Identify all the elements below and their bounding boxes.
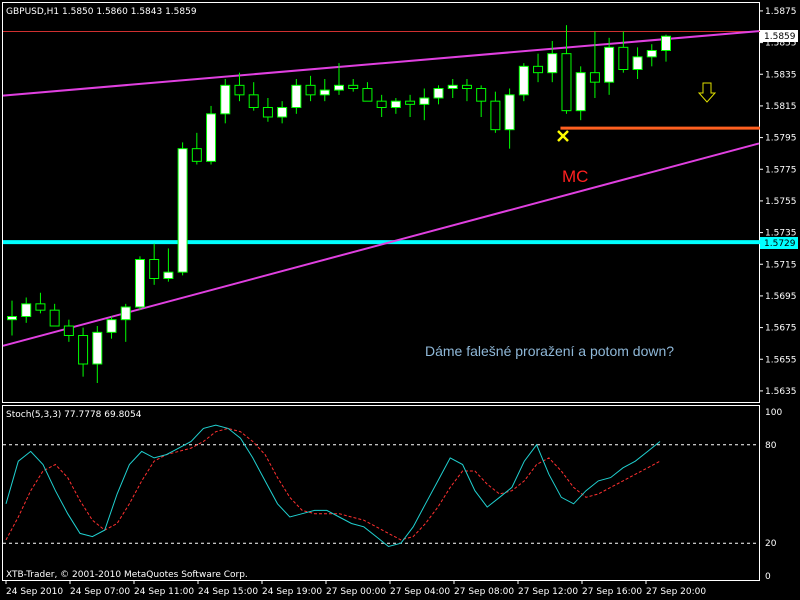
candle-body [646, 50, 657, 58]
price-tick-label: 1.5715 [765, 260, 797, 270]
support-price-tag: 1.5729 [760, 237, 798, 249]
candle-body [92, 331, 103, 365]
candle-body [604, 46, 615, 83]
time-tick-label: 24 Sep 2010 [6, 587, 63, 597]
candle-body [447, 84, 458, 90]
time-tick-label: 24 Sep 19:00 [262, 587, 322, 597]
stoch-header: Stoch(5,3,3) 77.7778 69.8054 [6, 410, 142, 420]
candle-body [518, 65, 529, 96]
price-tick-label: 1.5835 [765, 70, 797, 80]
stoch-tick-label: 80 [765, 441, 777, 451]
candle-body [376, 100, 387, 108]
candle-body [262, 107, 273, 118]
candle-body [277, 107, 288, 118]
candle-body [461, 84, 472, 90]
candle-body [334, 84, 344, 91]
chart-canvas: 10080200 1.58751.58551.58351.58151.57951… [0, 0, 800, 600]
stoch-tick-label: 100 [765, 408, 782, 418]
price-tick-label: 1.5795 [765, 134, 797, 144]
candle-body [78, 335, 89, 365]
candle-body [319, 89, 330, 96]
candle-body [490, 100, 501, 131]
candle-body [291, 84, 302, 109]
time-tick-label: 27 Sep 16:00 [582, 587, 642, 597]
candle-body [390, 100, 401, 108]
svg-text:1.5729: 1.5729 [764, 239, 796, 249]
stoch-tick-label: 20 [765, 539, 777, 549]
time-tick-label: 27 Sep 12:00 [518, 587, 578, 597]
time-tick-label: 24 Sep 07:00 [70, 587, 130, 597]
candle-body [661, 35, 671, 51]
price-tick-label: 1.5675 [765, 324, 797, 334]
candle-body [7, 316, 17, 321]
candle-body [547, 53, 558, 74]
candle [206, 105, 217, 165]
footer-copyright: XTB-Trader, © 2001-2010 MetaQuotes Softw… [6, 570, 248, 580]
candle [177, 142, 188, 276]
candle-body [234, 84, 245, 96]
time-tick-label: 27 Sep 04:00 [390, 587, 450, 597]
price-tick-label: 1.5655 [765, 355, 797, 365]
comment-annotation: Dáme falešné proražení a potom down? [425, 343, 674, 359]
candle-body [134, 259, 145, 308]
time-tick-label: 24 Sep 11:00 [134, 587, 194, 597]
candle-body [362, 88, 373, 102]
candle-body [504, 94, 515, 131]
time-tick-label: 27 Sep 20:00 [646, 587, 706, 597]
time-tick-label: 24 Sep 15:00 [198, 587, 258, 597]
candle-body [575, 72, 586, 112]
candle-body [120, 306, 131, 321]
candle-body [106, 319, 117, 333]
candle-body [618, 46, 629, 70]
price-tick-label: 1.5775 [765, 165, 797, 175]
price-tick-label: 1.5815 [765, 102, 797, 112]
candle-body [305, 84, 316, 96]
candle-body [419, 97, 430, 105]
candle-body [206, 113, 217, 162]
candle-body [191, 148, 202, 162]
candle [134, 256, 145, 311]
candle-body [220, 84, 231, 115]
candle-body [405, 100, 416, 105]
candle-body [248, 94, 259, 109]
candle-body [632, 56, 643, 70]
candle-body [433, 88, 444, 99]
price-tick-label: 1.5875 [765, 7, 797, 17]
svg-text:1.5859: 1.5859 [764, 32, 796, 42]
candle-body [476, 88, 487, 102]
price-tick-label: 1.5635 [765, 387, 797, 397]
price-tick-label: 1.5755 [765, 197, 797, 207]
candle-body [533, 65, 544, 74]
time-tick-label: 27 Sep 08:00 [454, 587, 514, 597]
candle-body [49, 309, 60, 327]
candle-body [63, 325, 74, 336]
current-price-tag: 1.5859 [760, 30, 798, 42]
stoch-tick-label: 0 [765, 572, 771, 582]
chart-header: GBPUSD,H1 1.5850 1.5860 1.5843 1.5859 [6, 7, 197, 17]
candle-body [348, 84, 359, 90]
chart-background [0, 0, 800, 600]
candle-body [149, 259, 160, 279]
candle-body [21, 303, 32, 318]
candle-body [561, 53, 572, 112]
candle-body [163, 271, 174, 279]
candle-body [35, 303, 46, 311]
price-tick-label: 1.5695 [765, 292, 797, 302]
candle-body [177, 148, 188, 273]
mc-annotation: MC [562, 167, 588, 186]
time-tick-label: 27 Sep 00:00 [326, 587, 386, 597]
candle-body [589, 72, 600, 83]
